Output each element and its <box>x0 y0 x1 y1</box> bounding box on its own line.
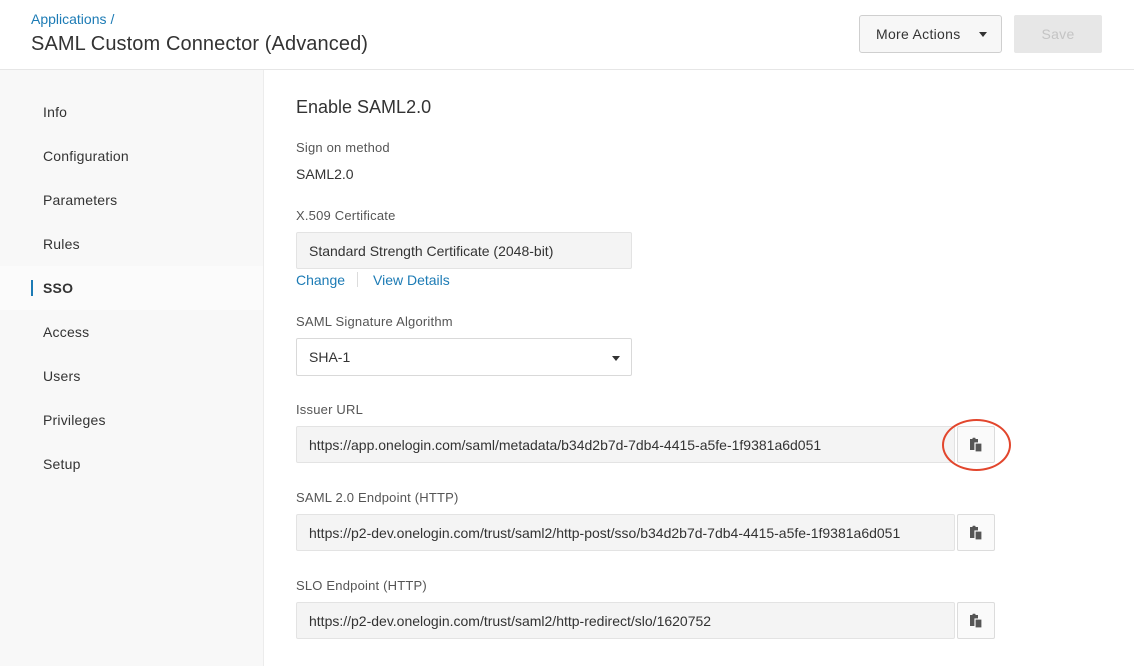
sidebar-item-label: Setup <box>43 456 81 472</box>
chevron-down-icon <box>979 32 987 37</box>
signature-algorithm-select[interactable]: SHA-1 <box>296 338 632 376</box>
change-certificate-link[interactable]: Change <box>296 272 345 288</box>
sidebar-item-label: SSO <box>43 280 74 296</box>
more-actions-button[interactable]: More Actions <box>859 15 1002 53</box>
copy-saml-endpoint-button[interactable] <box>957 514 995 551</box>
active-indicator <box>31 280 33 296</box>
saml-endpoint-field[interactable]: https://p2-dev.onelogin.com/trust/saml2/… <box>296 514 955 551</box>
sidebar-item-users[interactable]: Users <box>0 354 263 398</box>
more-actions-label: More Actions <box>876 26 961 42</box>
sign-on-method-value: SAML2.0 <box>296 166 354 182</box>
sidebar-item-label: Parameters <box>43 192 118 208</box>
breadcrumb-separator: / <box>110 11 115 27</box>
sidebar-item-label: Privileges <box>43 412 106 428</box>
signature-algorithm-label: SAML Signature Algorithm <box>296 314 453 329</box>
link-divider <box>357 272 358 287</box>
sidebar-item-label: Info <box>43 104 68 120</box>
issuer-url-field[interactable]: https://app.onelogin.com/saml/metadata/b… <box>296 426 955 463</box>
sidebar-item-privileges[interactable]: Privileges <box>0 398 263 442</box>
certificate-label: X.509 Certificate <box>296 208 396 223</box>
sidebar: Info Configuration Parameters Rules SSO … <box>0 70 264 666</box>
issuer-url-label: Issuer URL <box>296 402 364 417</box>
chevron-down-icon <box>612 356 620 361</box>
slo-endpoint-label: SLO Endpoint (HTTP) <box>296 578 427 593</box>
copy-icon <box>970 525 983 541</box>
view-details-link[interactable]: View Details <box>373 272 450 288</box>
copy-icon <box>970 613 983 629</box>
highlight-circle <box>942 419 1011 471</box>
sidebar-item-rules[interactable]: Rules <box>0 222 263 266</box>
sidebar-item-info[interactable]: Info <box>0 90 263 134</box>
breadcrumb: Applications / <box>31 11 114 27</box>
sidebar-item-setup[interactable]: Setup <box>0 442 263 486</box>
page-header: Applications / SAML Custom Connector (Adv… <box>0 0 1134 70</box>
saml-endpoint-label: SAML 2.0 Endpoint (HTTP) <box>296 490 459 505</box>
sidebar-item-label: Users <box>43 368 81 384</box>
breadcrumb-applications-link[interactable]: Applications <box>31 11 107 27</box>
sidebar-item-access[interactable]: Access <box>0 310 263 354</box>
page-title: SAML Custom Connector (Advanced) <box>31 33 369 55</box>
copy-slo-endpoint-button[interactable] <box>957 602 995 639</box>
slo-endpoint-field[interactable]: https://p2-dev.onelogin.com/trust/saml2/… <box>296 602 955 639</box>
sidebar-item-label: Access <box>43 324 90 340</box>
sidebar-item-label: Configuration <box>43 148 129 164</box>
section-title: Enable SAML2.0 <box>296 97 432 117</box>
sign-on-method-label: Sign on method <box>296 140 390 155</box>
sidebar-item-label: Rules <box>43 236 80 252</box>
sidebar-item-sso[interactable]: SSO <box>0 266 263 310</box>
save-button[interactable]: Save <box>1014 15 1102 53</box>
sidebar-item-parameters[interactable]: Parameters <box>0 178 263 222</box>
signature-algorithm-value: SHA-1 <box>309 349 351 365</box>
sidebar-item-configuration[interactable]: Configuration <box>0 134 263 178</box>
certificate-field: Standard Strength Certificate (2048-bit) <box>296 232 632 269</box>
